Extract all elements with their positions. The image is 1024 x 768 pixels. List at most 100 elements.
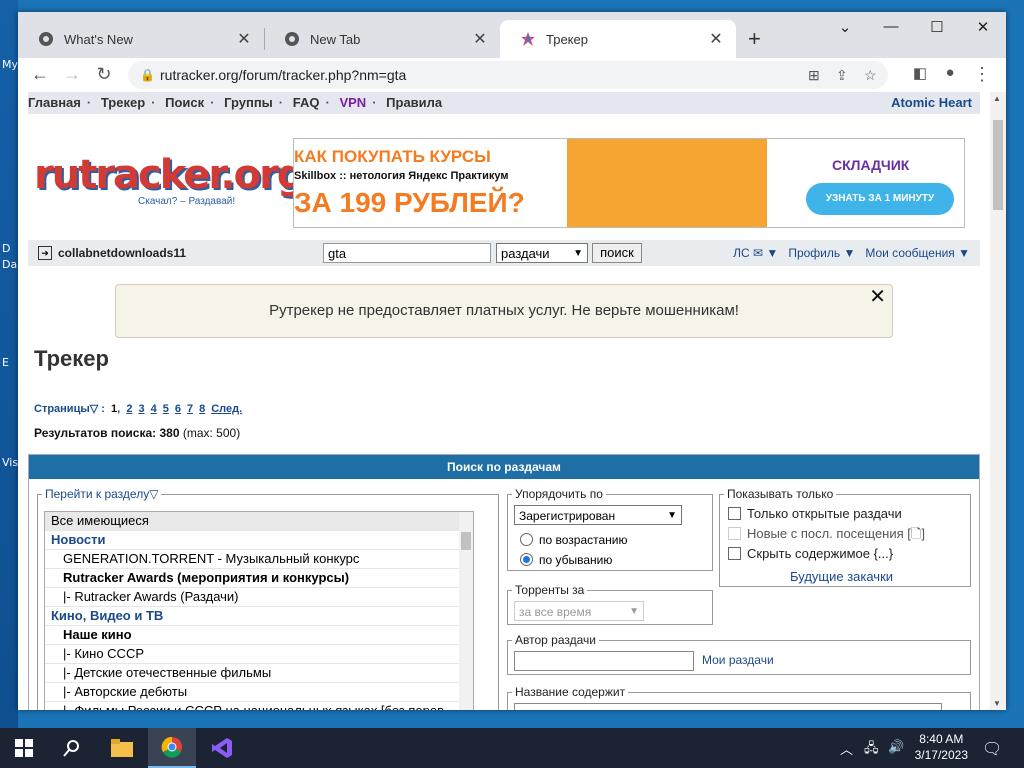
scrollbar-thumb[interactable] <box>993 120 1003 210</box>
period-legend: Торренты за <box>515 583 585 597</box>
scroll-up-icon[interactable]: ▲ <box>993 94 1001 103</box>
page-link[interactable]: 4 <box>151 403 157 415</box>
close-window-button[interactable]: ✕ <box>960 18 1006 36</box>
search-input[interactable]: gta <box>323 243 491 263</box>
name-input[interactable]: gta <box>514 703 942 710</box>
order-desc-radio[interactable]: по убыванию <box>520 553 612 567</box>
forum-option[interactable]: GENERATION.TORRENT - Музыкальный конкурс <box>45 550 473 569</box>
chevron-up-icon[interactable]: ︿ <box>840 739 853 758</box>
forum-list[interactable]: Все имеющиеся Новости GENERATION.TORRENT -… <box>44 511 474 710</box>
search-icon[interactable] <box>48 728 96 768</box>
forum-option[interactable]: |- Rutracker Awards (Раздачи) <box>45 588 473 607</box>
period-select[interactable]: за все время ▼ <box>514 601 644 621</box>
page-link[interactable]: 2 <box>126 403 132 415</box>
clock[interactable]: 8:40 AM 3/17/2023 <box>915 731 968 763</box>
forum-option[interactable]: Все имеющиеся <box>45 512 473 531</box>
forum-list-scrollbar[interactable] <box>459 512 473 710</box>
profile-avatar-icon[interactable]: ● <box>938 64 962 81</box>
sort-select[interactable]: Зарегистрирован ▼ <box>514 505 682 525</box>
reload-icon[interactable]: ↻ <box>92 64 116 85</box>
forum-option[interactable]: |- Фильмы России и СССР на национальных … <box>45 702 473 710</box>
nav-home[interactable]: Главная <box>28 95 81 110</box>
page-link[interactable]: 5 <box>163 403 169 415</box>
new-tab-button[interactable]: + <box>748 26 761 52</box>
page-link[interactable]: 7 <box>187 403 193 415</box>
page-link[interactable]: 6 <box>175 403 181 415</box>
scam-notice: Рутрекер не предоставляет платных услуг.… <box>115 284 893 338</box>
author-input[interactable] <box>514 651 694 671</box>
desktop-label[interactable]: My <box>2 58 18 71</box>
nav-vpn[interactable]: VPN <box>339 95 366 110</box>
ad-banner[interactable]: КАК ПОКУПАТЬ КУРСЫ Skillbox :: нетология… <box>293 138 965 228</box>
desktop-label[interactable]: Da <box>2 258 17 271</box>
nav-faq[interactable]: FAQ <box>293 95 320 110</box>
close-tab-icon[interactable]: ✕ <box>706 29 726 49</box>
forum-option[interactable]: Наше кино <box>45 626 473 645</box>
taskbar: ︿ 🖧 🔊 8:40 AM 3/17/2023 🗨 <box>0 728 1024 768</box>
volume-icon[interactable]: 🔊 <box>888 739 904 755</box>
tab-search-icon[interactable]: ⌄ <box>822 18 868 36</box>
tab-whats-new[interactable]: What's New ✕ <box>18 20 264 58</box>
my-posts-link[interactable]: Мои сообщения ▼ <box>865 246 970 260</box>
search-scope-value: раздачи <box>501 246 550 261</box>
page-link[interactable]: 3 <box>138 403 144 415</box>
chrome-taskbar-icon[interactable] <box>148 728 196 768</box>
pages-label[interactable]: Страницы <box>34 403 90 415</box>
side-panel-icon[interactable]: ◧ <box>908 64 932 82</box>
page-link[interactable]: 8 <box>199 403 205 415</box>
pm-link[interactable]: ЛС ✉ ▼ <box>733 246 778 260</box>
forum-option[interactable]: Rutracker Awards (мероприятия и конкурсы… <box>45 569 473 588</box>
banner-cta-button[interactable]: УЗНАТЬ ЗА 1 МИНУТУ <box>806 183 954 215</box>
nav-search[interactable]: Поиск <box>165 95 204 110</box>
minimize-button[interactable]: — <box>868 18 914 35</box>
username[interactable]: collabnetdownloads11 <box>58 240 186 266</box>
site-logo[interactable]: rutracker.org <box>34 152 305 198</box>
nav-groups[interactable]: Группы <box>224 95 273 110</box>
menu-icon[interactable]: ⋮ <box>970 64 994 85</box>
close-tab-icon[interactable]: ✕ <box>470 29 490 49</box>
forum-option[interactable]: |- Авторские дебюты <box>45 683 473 702</box>
maximize-button[interactable]: ☐ <box>914 18 960 36</box>
desktop-label[interactable]: E <box>2 356 9 369</box>
future-downloads-link[interactable]: Будущие закачки <box>790 569 893 584</box>
visual-studio-icon[interactable] <box>198 728 246 768</box>
network-icon[interactable]: 🖧 <box>864 739 879 761</box>
search-scope-select[interactable]: раздачи ▼ <box>496 243 588 263</box>
my-releases-link[interactable]: Мои раздачи <box>702 653 774 667</box>
nav-atomic-heart[interactable]: Atomic Heart <box>891 92 972 114</box>
forward-icon[interactable]: → <box>60 64 84 85</box>
logout-icon[interactable]: ➜ <box>38 246 52 260</box>
translate-icon[interactable]: ⊞ <box>808 61 820 89</box>
notifications-icon[interactable]: 🗨 <box>982 739 1002 759</box>
tab-tracker[interactable]: Трекер ✕ <box>500 20 736 58</box>
forum-legend[interactable]: Перейти к разделу▽ <box>42 487 161 501</box>
scroll-down-icon[interactable]: ▼ <box>993 699 1001 708</box>
lock-icon[interactable]: 🔒 <box>140 61 155 89</box>
back-icon[interactable]: ← <box>28 64 52 85</box>
nav-tracker[interactable]: Трекер <box>101 95 145 110</box>
tab-new-tab[interactable]: New Tab ✕ <box>264 20 500 58</box>
forum-option[interactable]: |- Детские отечественные фильмы <box>45 664 473 683</box>
forum-option[interactable]: Новости <box>45 531 473 550</box>
nav-rules[interactable]: Правила <box>386 95 442 110</box>
share-icon[interactable]: ⇪ <box>836 61 848 89</box>
file-explorer-icon[interactable] <box>98 728 146 768</box>
close-icon[interactable]: ✕ <box>869 271 886 323</box>
desktop-label[interactable]: D <box>2 242 10 255</box>
hide-content-checkbox[interactable]: Скрыть содержимое {...} <box>728 547 893 561</box>
order-asc-radio[interactable]: по возрастанию <box>520 533 628 547</box>
profile-link[interactable]: Профиль ▼ <box>788 246 855 260</box>
open-only-checkbox[interactable]: Только открытые раздачи <box>728 507 902 521</box>
page-scrollbar[interactable]: ▲ ▼ <box>990 92 1006 710</box>
windows-start-icon[interactable] <box>0 728 48 768</box>
new-since-visit-checkbox[interactable]: Новые с посл. посещения [🗋] <box>728 527 925 541</box>
next-page-link[interactable]: След. <box>211 403 242 415</box>
sort-legend: Упорядочить по <box>515 487 603 501</box>
address-bar[interactable]: 🔒 rutracker.org/forum/tracker.php?nm=gta… <box>128 61 888 89</box>
bookmark-star-icon[interactable]: ☆ <box>864 61 877 89</box>
forum-option[interactable]: |- Кино СССР <box>45 645 473 664</box>
desktop-label[interactable]: Vis <box>2 456 18 469</box>
forum-option[interactable]: Кино, Видео и ТВ <box>45 607 473 626</box>
search-button[interactable]: поиск <box>592 243 642 263</box>
close-tab-icon[interactable]: ✕ <box>234 29 254 49</box>
